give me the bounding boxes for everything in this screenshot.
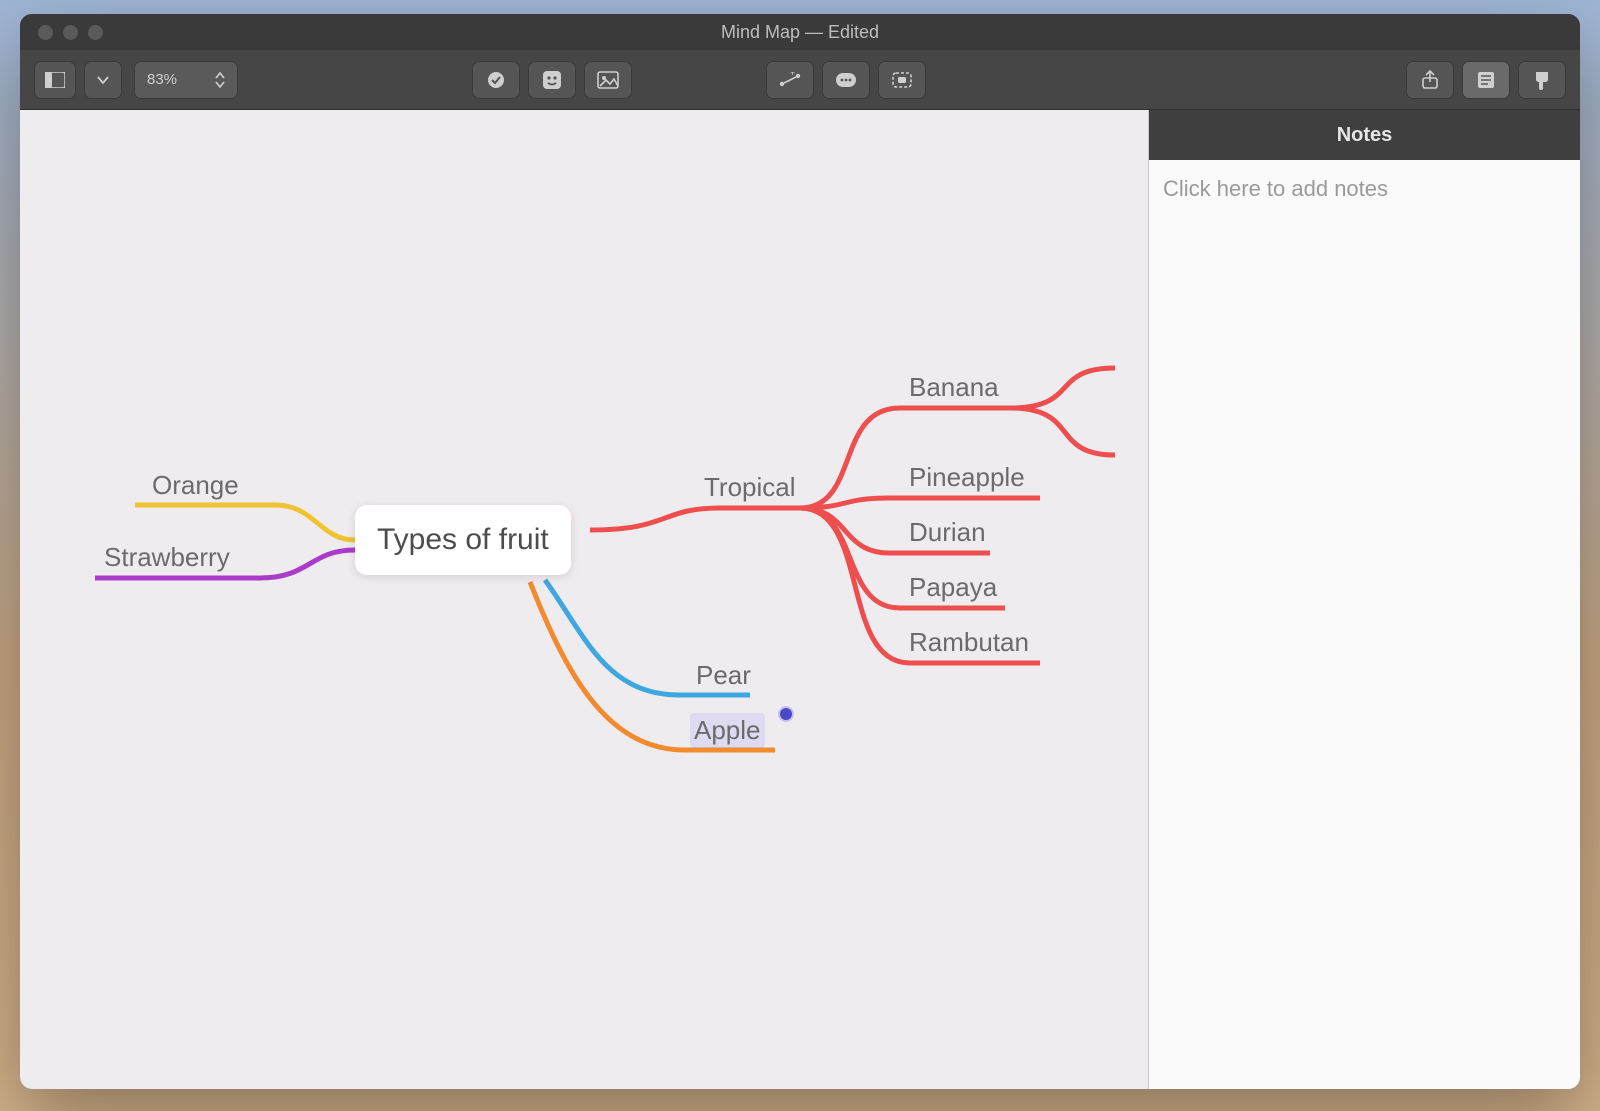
note-icon [835, 72, 857, 88]
minimize-icon[interactable] [63, 25, 78, 40]
connection-icon: + [778, 72, 802, 88]
sidebar-toggle-button[interactable] [34, 61, 76, 99]
notes-panel-button[interactable] [1462, 61, 1510, 99]
node-apple[interactable]: Apple [690, 713, 765, 748]
boundary-button[interactable] [878, 61, 926, 99]
window-title: Mind Map — Edited [20, 22, 1580, 43]
share-button[interactable] [1406, 61, 1454, 99]
sticker-button[interactable] [528, 61, 576, 99]
fullscreen-icon[interactable] [88, 25, 103, 40]
node-pineapple[interactable]: Pineapple [905, 460, 1029, 495]
node-strawberry[interactable]: Strawberry [100, 540, 234, 575]
node-durian[interactable]: Durian [905, 515, 990, 550]
note-button[interactable] [822, 61, 870, 99]
smiley-icon [542, 70, 562, 90]
traffic-lights [38, 25, 103, 40]
check-circle-icon [486, 70, 506, 90]
app-window: Mind Map — Edited 83% [20, 14, 1580, 1089]
boundary-icon [891, 71, 913, 89]
image-button[interactable] [584, 61, 632, 99]
zoom-value: 83% [147, 71, 177, 88]
node-rambutan[interactable]: Rambutan [905, 625, 1033, 660]
mindmap-canvas[interactable]: Orange Strawberry Types of fruit Tropica… [20, 110, 1148, 1089]
svg-text:+: + [790, 72, 795, 78]
node-orange[interactable]: Orange [148, 468, 243, 503]
notes-sidebar-title: Notes [1149, 110, 1580, 160]
note-indicator-icon[interactable] [780, 708, 792, 720]
zoom-level-control[interactable]: 83% [134, 61, 238, 99]
close-icon[interactable] [38, 25, 53, 40]
node-papaya[interactable]: Papaya [905, 570, 1001, 605]
chevron-down-icon [97, 74, 109, 86]
paintbrush-icon [1533, 70, 1551, 90]
share-icon [1421, 70, 1439, 90]
node-central[interactable]: Types of fruit [355, 505, 571, 575]
content-area: Orange Strawberry Types of fruit Tropica… [20, 110, 1580, 1089]
connection-button[interactable]: + [766, 61, 814, 99]
image-icon [597, 71, 619, 89]
notes-icon [1477, 71, 1495, 89]
notes-textarea[interactable]: Click here to add notes [1149, 160, 1580, 1089]
sidebar-menu-button[interactable] [84, 61, 122, 99]
node-tropical[interactable]: Tropical [700, 470, 800, 505]
panel-icon [45, 72, 65, 88]
node-banana[interactable]: Banana [905, 370, 1003, 405]
toolbar: 83% [20, 50, 1580, 110]
node-pear[interactable]: Pear [692, 658, 755, 693]
format-panel-button[interactable] [1518, 61, 1566, 99]
titlebar[interactable]: Mind Map — Edited [20, 14, 1580, 50]
task-button[interactable] [472, 61, 520, 99]
stepper-icon [215, 72, 225, 88]
notes-sidebar: Notes Click here to add notes [1148, 110, 1580, 1089]
